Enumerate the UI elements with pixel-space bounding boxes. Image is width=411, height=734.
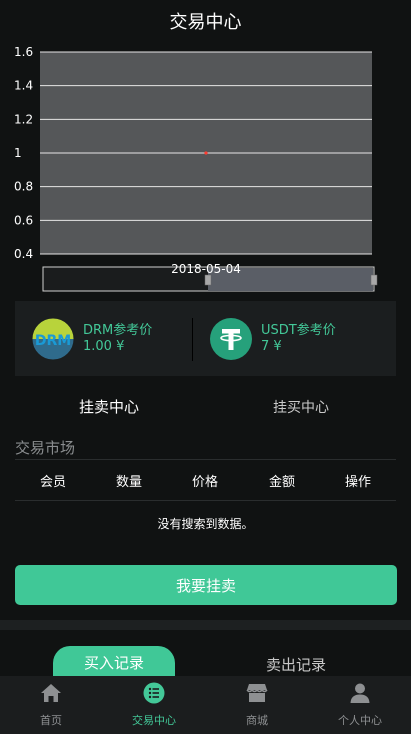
market-divider-top bbox=[15, 459, 396, 460]
y-tick-label: 1.4 bbox=[14, 79, 33, 93]
column-header-action: 操作 bbox=[344, 475, 372, 490]
home-icon bbox=[41, 684, 61, 702]
nav-label-trade: 交易中心 bbox=[132, 714, 176, 727]
data-point bbox=[204, 151, 208, 155]
post-sell-button[interactable]: 我要挂卖 bbox=[15, 565, 397, 605]
column-header-quantity: 数量 bbox=[115, 475, 143, 490]
nav-item-trade[interactable]: 交易中心 bbox=[103, 676, 205, 734]
bottom-navigation: 首页 交易中心 商城 个人中心 bbox=[0, 676, 411, 734]
drm-logo-icon: DRM bbox=[31, 317, 75, 361]
y-tick-label: 0.8 bbox=[14, 180, 33, 194]
tab-sell-records[interactable]: 卖出记录 bbox=[266, 654, 326, 675]
market-divider-bottom bbox=[15, 500, 396, 501]
y-tick-label: 0.6 bbox=[14, 213, 33, 227]
range-slider-label: 2018-05-04 bbox=[171, 262, 241, 276]
usdt-price-card: USDT参考价 7 ¥ bbox=[193, 301, 396, 376]
svg-text:DRM: DRM bbox=[35, 333, 71, 349]
section-separator bbox=[0, 620, 411, 630]
empty-state-text: 没有搜索到数据。 bbox=[157, 517, 254, 531]
column-header-amount: 金额 bbox=[268, 475, 296, 490]
shop-icon bbox=[246, 684, 268, 702]
nav-item-profile[interactable]: 个人中心 bbox=[309, 676, 411, 734]
reference-price-panel: DRM DRM参考价 1.00 ¥ USDT参考价 7 ¥ bbox=[15, 301, 396, 376]
drm-price-label: DRM参考价 bbox=[83, 323, 153, 338]
usdt-price-label: USDT参考价 bbox=[261, 323, 336, 338]
usdt-price-value: 7 ¥ bbox=[261, 339, 282, 354]
tab-buy-center[interactable]: 挂买中心 bbox=[273, 397, 329, 417]
y-tick-label: 1 bbox=[14, 146, 22, 160]
range-slider-handle-left bbox=[204, 274, 212, 286]
y-tick-label: 1.6 bbox=[14, 45, 33, 59]
trade-icon bbox=[143, 682, 165, 704]
column-header-member: 会员 bbox=[39, 475, 67, 490]
range-slider-handle-right bbox=[370, 274, 378, 286]
column-header-price: 价格 bbox=[191, 475, 219, 490]
tab-buy-records[interactable]: 买入记录 bbox=[53, 646, 175, 680]
y-tick-label: 1.2 bbox=[14, 112, 33, 126]
nav-label-profile: 个人中心 bbox=[338, 714, 382, 727]
market-title: 交易市场 bbox=[15, 439, 76, 457]
user-icon bbox=[350, 683, 370, 703]
tether-logo-icon bbox=[210, 318, 252, 360]
nav-item-shop[interactable]: 商城 bbox=[206, 676, 308, 734]
drm-price-card: DRM DRM参考价 1.00 ¥ bbox=[15, 301, 192, 376]
tab-sell-center[interactable]: 挂卖中心 bbox=[79, 396, 139, 417]
price-chart: 1.6 1.4 1.2 1 0.8 0.6 0.4 2018-05-04 bbox=[14, 45, 378, 292]
page-title: 交易中心 bbox=[169, 12, 242, 33]
nav-item-home[interactable]: 首页 bbox=[0, 676, 102, 734]
y-tick-label: 0.4 bbox=[14, 247, 33, 261]
nav-label-home: 首页 bbox=[40, 714, 62, 727]
drm-price-value: 1.00 ¥ bbox=[83, 339, 125, 354]
nav-label-shop: 商城 bbox=[246, 714, 268, 727]
